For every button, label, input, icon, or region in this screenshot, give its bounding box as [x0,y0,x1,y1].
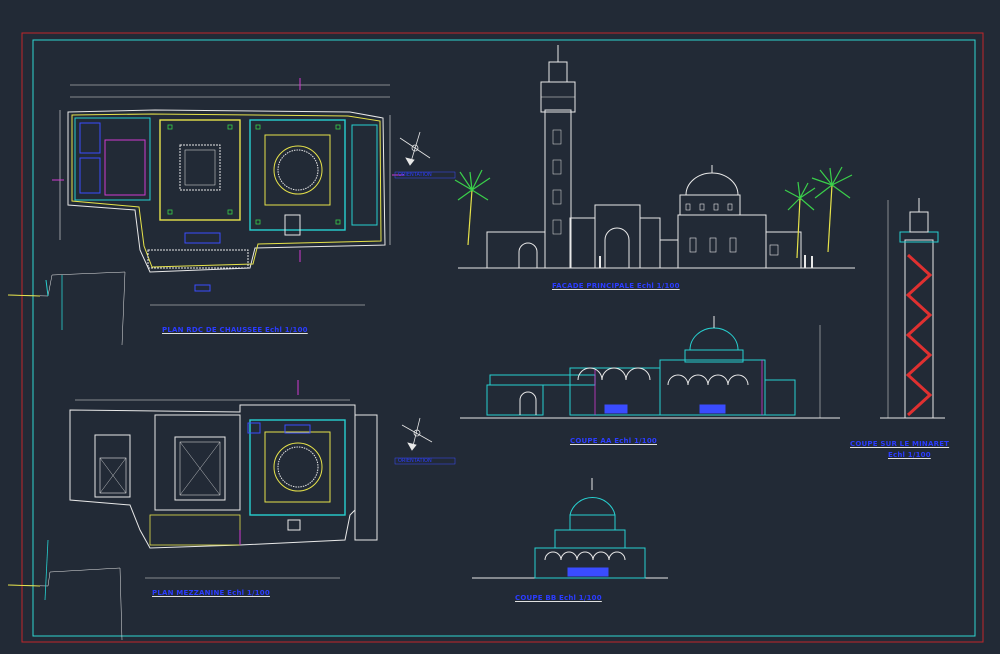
cad-drawing-sheet: PLAN RDC DE CHAUSSEE Echl 1/100 PLAN MEZ… [0,0,1000,650]
north-arrow-icon [401,417,433,451]
coupe-aa-title: COUPE AA Echl 1/100 [570,437,657,445]
plan-mezzanine [7,380,378,641]
palm-tree-icon [784,181,816,259]
coupe-minaret-title: COUPE SUR LE MINARET [850,440,950,448]
coupe-bb-title: COUPE BB Echl 1/100 [515,594,602,602]
plan-rdc [7,78,404,346]
facade-principale [458,45,855,269]
outer-frame [21,32,984,643]
drawing-canvas [7,32,984,643]
plan-mezzanine-title: PLAN MEZZANINE Echl 1/100 [152,589,270,597]
coupe-minaret [880,198,945,419]
coupe-aa [460,316,840,419]
coupe-minaret-scale: Echl 1/100 [888,451,931,459]
facade-title: FACADE PRINCIPALE Echl 1/100 [552,282,680,290]
plan-rdc-title: PLAN RDC DE CHAUSSEE Echl 1/100 [162,326,308,334]
inner-frame [32,39,976,637]
north-tag: ORIENTATION [398,458,432,464]
coupe-bb [472,478,668,579]
palm-tree-icon [454,169,491,246]
north-arrow-icon [399,131,431,166]
north-tag: ORIENTATION [398,172,432,178]
palm-tree-icon [811,166,853,253]
